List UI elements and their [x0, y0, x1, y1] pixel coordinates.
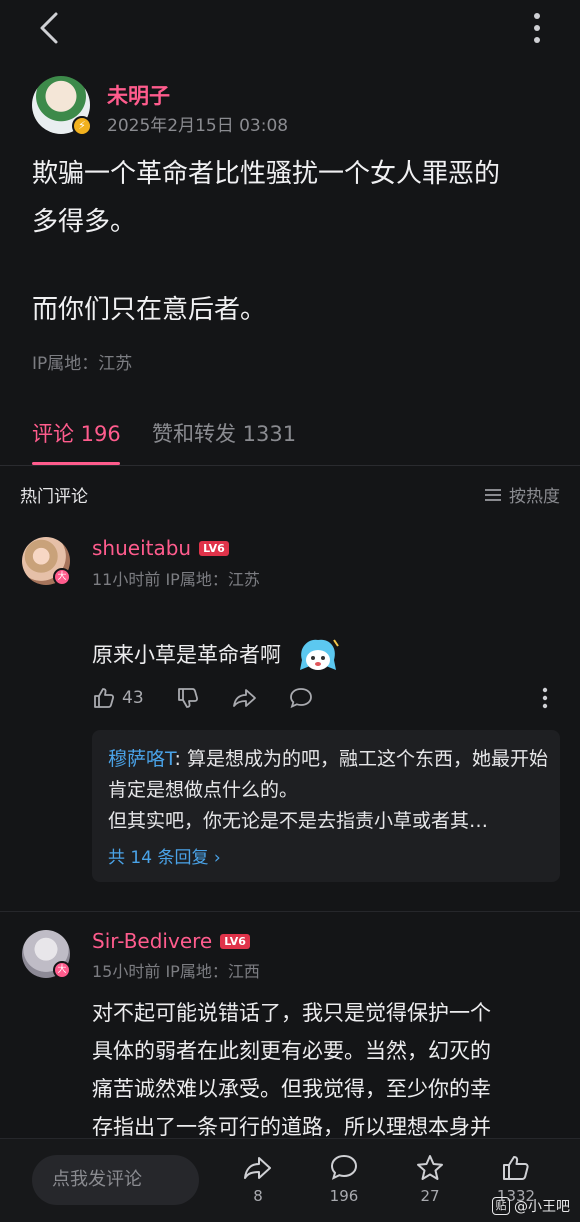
username-text: Sir-Bedivere — [92, 929, 213, 953]
comment-text: 原来小草是革命者啊 — [92, 636, 562, 676]
watermark-text: @小王吧 — [514, 1199, 570, 1215]
sub-reply-content-2: 但其实吧，你无论是不是去指责小草或者其… — [108, 810, 489, 832]
post-time: 2025年2月15日 03:08 — [107, 116, 289, 136]
post-content: 欺骗一个革命者比性骚扰一个女人罪恶的 多得多。 而你们只在意后者。 — [32, 150, 557, 334]
sort-button[interactable]: 按热度 — [483, 482, 560, 507]
favorite-button[interactable]: 27 — [400, 1153, 460, 1205]
comment-more-button[interactable] — [540, 686, 550, 710]
sub-reply-text: 穆萨咯T: 算是想成为的吧，融工这个东西，她最开始肯定是想做点什么的。 但其实吧… — [108, 748, 548, 832]
tab-likes-reposts[interactable]: 赞和转发 1331 — [152, 418, 296, 448]
back-button[interactable] — [30, 8, 70, 48]
comment-line: 痛苦诚然难以承受。但我觉得，至少你的幸 — [92, 1077, 491, 1101]
user-badge: 大 — [53, 961, 71, 979]
author-name[interactable]: 未明子 — [107, 80, 170, 110]
sub-reply-box[interactable]: 穆萨咯T: 算是想成为的吧，融工这个东西，她最开始肯定是想做点什么的。 但其实吧… — [92, 730, 560, 882]
thumbs-up-icon — [94, 688, 115, 708]
favorite-count: 27 — [420, 1187, 440, 1205]
post-line: 欺骗一个革命者比性骚扰一个女人罪恶的 — [32, 159, 501, 189]
divider — [0, 911, 580, 912]
sub-reply-username[interactable]: 穆萨咯T — [108, 748, 175, 770]
user-badge: 大 — [53, 568, 71, 586]
tab-bar: 评论 196 赞和转发 1331 — [0, 412, 580, 466]
comment-line: 对不起可能说错话了，我只是觉得保护一个 — [92, 1001, 491, 1025]
post-ip-location: IP属地：江苏 — [32, 354, 133, 374]
thumbs-up-icon — [503, 1156, 529, 1180]
comment-button[interactable]: 196 — [314, 1153, 374, 1205]
post-line: 多得多。 — [32, 207, 137, 237]
view-replies-link[interactable]: 共 14 条回复 › — [108, 843, 221, 868]
like-button[interactable]: 43 — [92, 686, 144, 710]
share-button[interactable]: 8 — [228, 1153, 288, 1205]
comment-username[interactable]: Sir-Bedivere LV6 — [92, 929, 250, 953]
thumbs-down-icon — [178, 688, 199, 708]
tieba-logo-icon: 贴 — [492, 1197, 510, 1215]
like-count: 43 — [122, 688, 144, 708]
speech-bubble-icon — [290, 688, 312, 709]
reply-button[interactable] — [288, 686, 314, 710]
share-button[interactable] — [232, 686, 258, 710]
post-line: 而你们只在意后者。 — [32, 295, 267, 325]
comment-text: 对不起可能说错话了，我只是觉得保护一个 具体的弱者在此刻更有必要。当然，幻灭的 … — [92, 994, 562, 1146]
more-options-button[interactable] — [530, 10, 544, 46]
tab-active-indicator — [32, 462, 120, 465]
watermark: 贴 @小王吧 — [492, 1196, 570, 1216]
comment-actions: 43 — [92, 686, 562, 720]
tab-comments[interactable]: 评论 196 — [32, 418, 121, 448]
comment-meta: 11小时前 IP属地：江苏 — [92, 570, 260, 589]
sticker-emoji-icon — [299, 639, 339, 670]
share-count: 8 — [253, 1187, 263, 1205]
level-badge: LV6 — [199, 541, 229, 556]
comment-line: 具体的弱者在此刻更有必要。当然，幻灭的 — [92, 1039, 491, 1063]
share-arrow-icon — [233, 689, 256, 707]
chevron-left-icon — [40, 12, 58, 44]
view-replies-label: 共 14 条回复 — [108, 848, 209, 868]
dislike-button[interactable] — [176, 686, 200, 710]
comment-text-content: 原来小草是革命者啊 — [92, 643, 281, 667]
comment-input[interactable]: 点我发评论 — [32, 1155, 199, 1205]
bolt-badge-icon: ⚡ — [72, 116, 92, 136]
speech-bubble-icon — [330, 1154, 358, 1180]
level-badge: LV6 — [220, 934, 250, 949]
comment-count: 196 — [329, 1187, 359, 1205]
comment-meta: 15小时前 IP属地：江西 — [92, 962, 260, 981]
comment-username[interactable]: shueitabu LV6 — [92, 536, 229, 560]
chevron-right-icon: › — [213, 848, 221, 868]
post-author: ⚡ 未明子 2025年2月15日 03:08 — [32, 76, 532, 138]
more-vertical-icon — [534, 13, 540, 43]
section-title: 热门评论 — [20, 487, 88, 507]
username-text: shueitabu — [92, 536, 192, 560]
sort-label: 按热度 — [509, 487, 560, 507]
top-bar — [0, 0, 580, 58]
star-icon — [417, 1155, 443, 1180]
sort-icon — [485, 488, 501, 501]
more-vertical-icon — [542, 687, 548, 709]
share-arrow-icon — [244, 1157, 271, 1179]
